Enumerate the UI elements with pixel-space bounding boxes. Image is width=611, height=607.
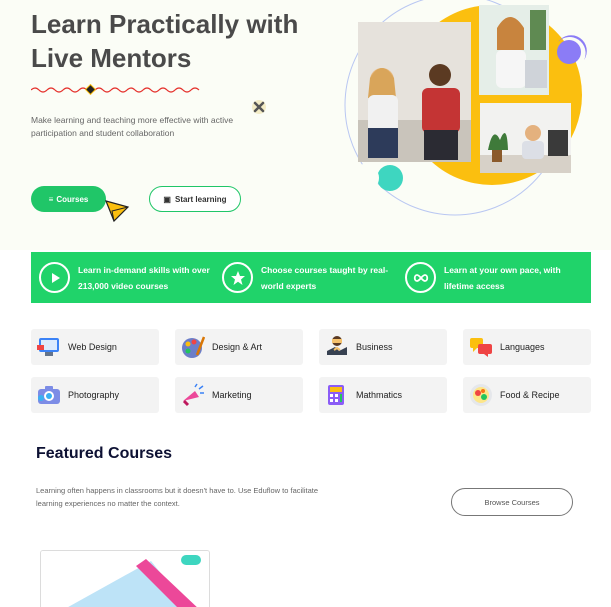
feature-item: Learn at your own pace, with lifetime ac… — [397, 262, 580, 294]
category-label: Marketing — [212, 390, 252, 400]
speech-bubbles-icon — [468, 334, 494, 360]
calculator-icon — [324, 382, 350, 408]
course-card-thumbnail — [41, 551, 209, 607]
palette-icon — [180, 334, 206, 360]
category-label: Mathmatics — [356, 390, 403, 400]
category-marketing[interactable]: Marketing — [175, 377, 303, 413]
courses-button-label: Courses — [56, 194, 89, 204]
start-learning-button[interactable]: ▣ Start learning — [149, 186, 241, 212]
photo-laptop-woman — [479, 5, 549, 95]
star-icon — [222, 262, 253, 293]
category-food-recipe[interactable]: Food & Recipe — [463, 377, 591, 413]
category-label: Design & Art — [212, 342, 263, 352]
featured-courses-title: Featured Courses — [36, 445, 173, 462]
hero-title-line2: Live Mentors — [31, 43, 192, 73]
category-grid: Web Design Design & Art Business Languag… — [31, 329, 591, 413]
category-design-art[interactable]: Design & Art — [175, 329, 303, 365]
category-business[interactable]: Business — [319, 329, 447, 365]
paper-plane-icon — [104, 200, 130, 223]
food-plate-icon — [468, 382, 494, 408]
web-design-icon — [36, 334, 62, 360]
feature-text: Choose courses taught by real-world expe… — [261, 264, 389, 291]
category-languages[interactable]: Languages — [463, 329, 591, 365]
hero-illustration — [344, 0, 587, 216]
category-label: Business — [356, 342, 393, 352]
feature-band: Learn in-demand skills with over 213,000… — [31, 252, 591, 303]
hero-section: Learn Practically with Live Mentors Make… — [0, 0, 611, 250]
category-photography[interactable]: Photography — [31, 377, 159, 413]
feature-item: Choose courses taught by real-world expe… — [214, 262, 397, 294]
courses-button[interactable]: ≡ Courses — [31, 186, 106, 212]
play-icon — [39, 262, 70, 293]
category-label: Web Design — [68, 342, 117, 352]
category-mathmatics[interactable]: Mathmatics — [319, 377, 447, 413]
browse-courses-button[interactable]: Browse Courses — [451, 488, 573, 516]
red-wave-decoration — [31, 84, 200, 96]
feature-text: Learn in-demand skills with over 213,000… — [78, 264, 210, 291]
category-label: Food & Recipe — [500, 390, 560, 400]
feature-text: Learn at your own pace, with lifetime ac… — [444, 264, 561, 291]
hero-title: Learn Practically with Live Mentors — [31, 7, 351, 75]
photo-mentoring — [358, 22, 471, 162]
category-web-design[interactable]: Web Design — [31, 329, 159, 365]
category-label: Photography — [68, 390, 120, 400]
handshake-icon — [324, 334, 350, 360]
infinity-icon — [405, 262, 436, 293]
feature-item: Learn in-demand skills with over 213,000… — [31, 262, 214, 294]
category-label: Languages — [500, 342, 545, 352]
hero-subtitle: Make learning and teaching more effectiv… — [31, 115, 234, 138]
list-icon: ≡ — [48, 194, 54, 204]
featured-courses-subtitle: Learning often happens in classrooms but… — [36, 486, 319, 508]
camera-icon — [36, 382, 62, 408]
course-card[interactable] — [40, 550, 210, 607]
hero-title-line1: Learn Practically with — [31, 9, 299, 39]
briefcase-icon: ▣ — [163, 194, 171, 204]
cross-icon — [252, 100, 266, 114]
megaphone-icon — [180, 382, 206, 408]
start-learning-label: Start learning — [174, 194, 227, 204]
photo-desk-girl — [480, 103, 571, 173]
